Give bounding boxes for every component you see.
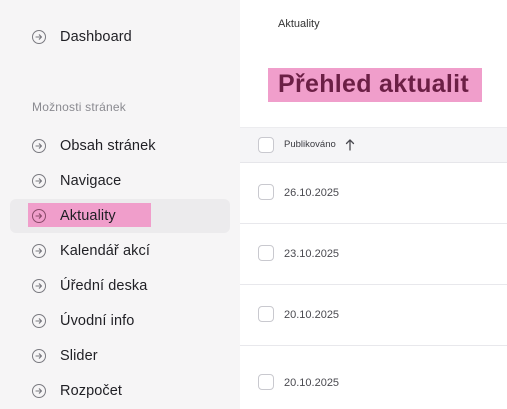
table-row[interactable]: 20.10.2025 <box>240 346 507 407</box>
sidebar-item-obsah-stranek[interactable]: Obsah stránek <box>10 129 230 163</box>
row-checkbox[interactable] <box>258 374 274 390</box>
arrow-circle-right-icon <box>32 279 46 293</box>
sidebar-item-label: Rozpočet <box>60 383 123 399</box>
row-checkbox[interactable] <box>258 306 274 322</box>
arrow-circle-right-icon <box>32 30 46 44</box>
published-date: 20.10.2025 <box>284 377 340 389</box>
sidebar-item-label: Slider <box>60 348 98 364</box>
sidebar-item-dashboard[interactable]: Dashboard <box>10 20 230 54</box>
sidebar-item-label: Kalendář akcí <box>60 243 150 259</box>
published-date: 20.10.2025 <box>284 309 340 321</box>
arrow-circle-right-icon <box>32 174 46 188</box>
published-date: 26.10.2025 <box>284 187 340 199</box>
arrow-circle-right-icon <box>32 139 46 153</box>
sidebar-item-navigace[interactable]: Navigace <box>10 164 230 198</box>
sidebar-item-label: Aktuality <box>60 208 116 224</box>
sidebar-item-aktuality[interactable]: Aktuality <box>10 199 230 233</box>
sidebar-item-kalendar-akci[interactable]: Kalendář akcí <box>10 234 230 268</box>
select-all-checkbox[interactable] <box>258 137 274 153</box>
arrow-circle-right-icon <box>32 384 46 398</box>
sidebar-item-label: Dashboard <box>60 29 132 45</box>
sort-ascending-icon[interactable] <box>344 138 356 152</box>
sidebar-item-uredni-deska[interactable]: Úřední deska <box>10 269 230 303</box>
breadcrumb[interactable]: Aktuality <box>278 18 320 30</box>
arrow-circle-right-icon <box>32 314 46 328</box>
table-row[interactable]: 20.10.2025 <box>240 285 507 346</box>
sidebar-item-label: Navigace <box>60 173 122 189</box>
section-heading: Možnosti stránek <box>32 100 126 114</box>
table-row[interactable]: 23.10.2025 <box>240 224 507 285</box>
page-title: Přehled aktualit <box>278 70 469 98</box>
sidebar-item-label: Obsah stránek <box>60 138 156 154</box>
sidebar-item-slider[interactable]: Slider <box>10 339 230 373</box>
column-header-publikovano[interactable]: Publikováno <box>284 139 336 150</box>
table-header: Publikováno <box>240 127 507 163</box>
row-checkbox[interactable] <box>258 184 274 200</box>
row-checkbox[interactable] <box>258 245 274 261</box>
sidebar-item-label: Úřední deska <box>60 278 148 294</box>
arrow-circle-right-icon <box>32 349 46 363</box>
sidebar-item-label: Úvodní info <box>60 313 135 329</box>
published-date: 23.10.2025 <box>284 248 340 260</box>
arrow-circle-right-icon <box>32 244 46 258</box>
main-content: Aktuality Přehled aktualit Publikováno 2… <box>240 0 507 409</box>
arrow-circle-right-icon <box>32 209 46 223</box>
sidebar: Dashboard Možnosti stránek Obsah stránek… <box>0 0 240 409</box>
sidebar-item-uvodni-info[interactable]: Úvodní info <box>10 304 230 338</box>
sidebar-item-rozpocet[interactable]: Rozpočet <box>10 374 230 408</box>
table-row[interactable]: 26.10.2025 <box>240 163 507 224</box>
